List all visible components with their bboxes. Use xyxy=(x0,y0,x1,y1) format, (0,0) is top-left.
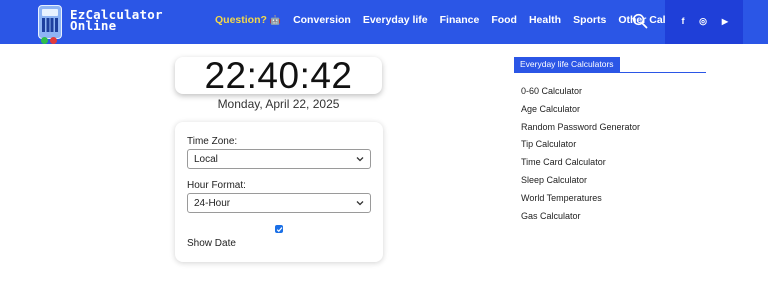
brand-logo-text[interactable]: EzCalculator Online xyxy=(70,8,163,32)
sidebar-link-tip[interactable]: Tip Calculator xyxy=(521,139,640,157)
show-date-checkbox[interactable] xyxy=(275,225,283,233)
social-links: f ◎ ▶ xyxy=(665,0,743,44)
youtube-icon[interactable]: ▶ xyxy=(718,14,732,28)
facebook-icon[interactable]: f xyxy=(676,14,690,28)
nav-question[interactable]: Question? 🤖 xyxy=(215,14,281,26)
digital-clock: 22:40:42 xyxy=(175,54,382,96)
nav-food[interactable]: Food xyxy=(491,14,517,26)
sidebar-link-world-temperatures[interactable]: World Temperatures xyxy=(521,193,640,211)
sidebar-link-time-card[interactable]: Time Card Calculator xyxy=(521,157,640,175)
chevron-down-icon xyxy=(356,201,364,206)
checkmark-icon xyxy=(276,226,282,232)
show-date-label: Show Date xyxy=(187,238,236,249)
calculator-logo-icon[interactable] xyxy=(38,5,62,44)
sidebar-link-sleep[interactable]: Sleep Calculator xyxy=(521,175,640,193)
timezone-select[interactable]: Local xyxy=(187,149,371,169)
clock-date: Monday, April 22, 2025 xyxy=(217,97,340,111)
nav-finance[interactable]: Finance xyxy=(440,14,480,26)
site-header: EzCalculator Online Question? 🤖 Conversi… xyxy=(0,0,768,44)
sidebar-title: Everyday life Calculators xyxy=(514,57,620,72)
search-icon[interactable] xyxy=(632,13,648,29)
hour-format-value: 24-Hour xyxy=(194,197,231,209)
robot-icon: 🤖 xyxy=(269,15,282,25)
hour-format-select[interactable]: 24-Hour xyxy=(187,193,371,213)
nav-health[interactable]: Health xyxy=(529,14,561,26)
instagram-icon[interactable]: ◎ xyxy=(696,14,710,28)
sidebar-link-age[interactable]: Age Calculator xyxy=(521,104,640,122)
timezone-value: Local xyxy=(194,153,218,165)
nav-everyday-life[interactable]: Everyday life xyxy=(363,14,428,26)
nav-conversion[interactable]: Conversion xyxy=(293,14,351,26)
nav-sports[interactable]: Sports xyxy=(573,14,606,26)
timezone-label: Time Zone: xyxy=(187,136,238,147)
chevron-down-icon xyxy=(356,157,364,162)
sidebar-link-random-password[interactable]: Random Password Generator xyxy=(521,122,640,140)
sidebar-link-gas[interactable]: Gas Calculator xyxy=(521,211,640,229)
hour-format-label: Hour Format: xyxy=(187,180,246,191)
sidebar-link-0-60[interactable]: 0-60 Calculator xyxy=(521,86,640,104)
sidebar-calculator-list: 0-60 Calculator Age Calculator Random Pa… xyxy=(521,86,640,228)
clock-settings-card: Time Zone: Local Hour Format: 24-Hour Sh… xyxy=(175,122,383,262)
sidebar-divider xyxy=(514,72,706,73)
clock-time: 22:40:42 xyxy=(204,54,353,96)
nav-question-label: Question? xyxy=(215,14,267,26)
